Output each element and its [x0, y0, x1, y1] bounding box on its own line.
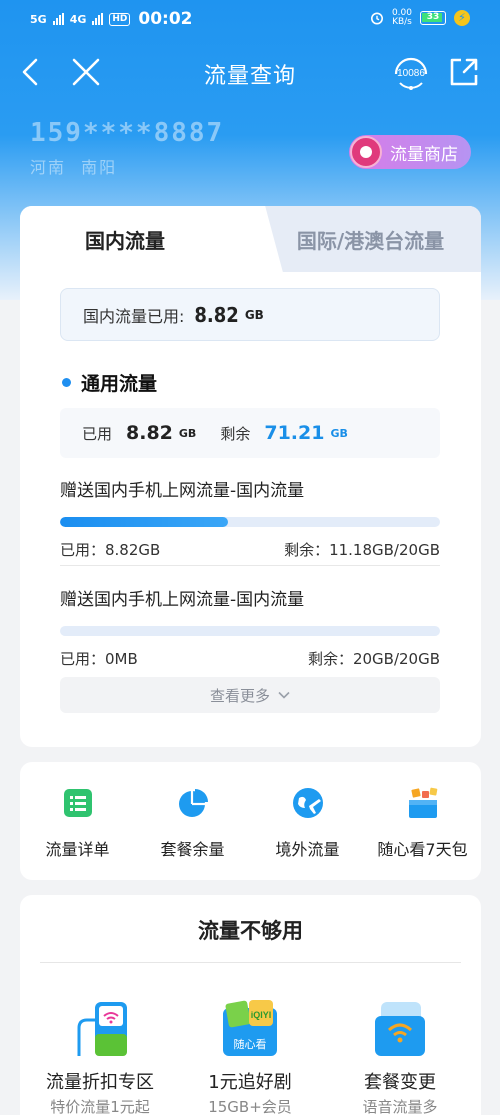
package-used: 已用：0MB	[60, 650, 138, 668]
quick-action-video-pack[interactable]: 随心看7天包	[365, 786, 480, 860]
quick-action-label: 套餐余量	[160, 840, 225, 859]
promo-subtitle: 15GB+会员	[208, 1098, 292, 1115]
network-speed: 0.00 KB/s	[392, 9, 412, 27]
account-region: 河南 南阳	[30, 158, 118, 177]
promo-drama-offer[interactable]: iQIYI 随心看 1元追好剧 15GB+会员	[175, 998, 325, 1115]
general-traffic-summary: 已用 8.82 GB 剩余 71.21 GB	[60, 408, 440, 458]
signal-icon	[52, 13, 64, 25]
nav-bar: 流量查询 10086	[0, 40, 500, 104]
package-used: 已用：8.82GB	[60, 541, 161, 559]
share-icon[interactable]	[446, 54, 482, 90]
general-used-unit: GB	[178, 426, 197, 440]
package-name: 赠送国内手机上网流量-国内流量	[60, 590, 305, 610]
network-4g-label: 4G	[69, 12, 87, 26]
general-traffic-heading: 通用流量	[62, 369, 157, 396]
promo-section-title: 流量不够用	[198, 919, 303, 943]
promo-title: 套餐变更	[364, 1072, 436, 1093]
quick-actions: 流量详单 套餐余量 境外流量 随心看7天包	[20, 762, 481, 880]
list-icon	[63, 789, 92, 817]
status-time: 00:02	[138, 9, 193, 29]
account-info: 159****8887 河南 南阳	[30, 118, 224, 178]
quick-action-label: 随心看7天包	[377, 840, 468, 859]
general-traffic-title: 通用流量	[81, 373, 158, 395]
domestic-used-unit: GB	[244, 307, 264, 322]
chevron-down-icon	[278, 691, 290, 699]
quick-action-label: 流量详单	[45, 840, 110, 859]
promo-title: 1元追好剧	[208, 1072, 292, 1093]
general-used-label: 已用	[82, 424, 113, 443]
quick-action-label: 境外流量	[275, 840, 340, 859]
view-more-label: 查看更多	[209, 686, 270, 705]
traffic-shop-label: 流量商店	[390, 144, 458, 165]
quick-action-overseas[interactable]: 境外流量	[250, 786, 365, 860]
package-name: 赠送国内手机上网流量-国内流量	[60, 481, 305, 501]
wifi-phone-icon	[77, 1002, 127, 1056]
quick-action-details[interactable]: 流量详单	[20, 786, 135, 860]
domestic-used-label: 国内流量已用:	[83, 306, 185, 326]
general-remaining-value: 71.21	[264, 422, 325, 444]
package-item: 赠送国内手机上网流量-国内流量 已用：8.82GB 剩余：11.18GB/20G…	[60, 476, 440, 560]
pie-chart-icon	[178, 789, 208, 817]
package-remaining: 剩余：11.18GB/20GB	[284, 541, 440, 559]
bullet-dot-icon	[62, 378, 71, 387]
wifi-card-icon	[375, 1002, 425, 1056]
general-remaining-unit: GB	[330, 426, 348, 440]
globe-plane-icon	[292, 788, 323, 818]
customer-service-icon[interactable]: 10086	[390, 52, 432, 92]
gift-box-icon	[408, 787, 437, 818]
package-divider	[60, 565, 440, 566]
tab-domestic[interactable]: 国内流量	[20, 206, 260, 272]
promo-section: 流量不够用 流量折扣专区 特价流量1元起 iQIYI 随心看 1元追好剧 15G…	[20, 895, 481, 1115]
general-remaining-label: 剩余	[220, 424, 251, 443]
traffic-card: 国际/港澳台流量 国内流量 国内流量已用: 8.82 GB 通用流量 已用 8.…	[20, 206, 481, 747]
promo-badge: 随心看	[234, 1037, 267, 1051]
progress-fill	[60, 517, 228, 527]
network-5g-label: 5G	[30, 12, 47, 26]
quick-action-balance[interactable]: 套餐余量	[135, 786, 250, 860]
promo-title: 流量折扣专区	[46, 1072, 154, 1093]
package-progress-bar	[60, 517, 440, 527]
promo-subtitle: 语音流量多	[362, 1098, 438, 1115]
charging-icon: ⚡	[454, 10, 470, 26]
tab-international-label: 国际/港澳台流量	[296, 228, 445, 253]
status-bar: 5G 4G HD 00:02 0.00 KB/s 33 ⚡	[0, 0, 500, 38]
general-used-value: 8.82	[126, 422, 173, 444]
speed-unit: KB/s	[392, 17, 412, 27]
domestic-used-summary: 国内流量已用: 8.82 GB	[60, 288, 440, 341]
service-number: 10086	[397, 68, 425, 79]
tab-domestic-label: 国内流量	[85, 228, 165, 253]
promo-plan-change[interactable]: 套餐变更 语音流量多	[325, 998, 475, 1115]
alarm-icon	[370, 12, 383, 25]
package-progress-bar	[60, 626, 440, 636]
package-remaining: 剩余：20GB/20GB	[307, 650, 440, 668]
promo-subtitle: 特价流量1元起	[50, 1098, 150, 1115]
hd-badge: HD	[109, 12, 131, 26]
promo-discount-zone[interactable]: 流量折扣专区 特价流量1元起	[25, 998, 175, 1115]
battery-icon: 33	[420, 11, 446, 25]
domestic-used-value: 8.82	[194, 302, 239, 327]
video-app-icon: iQIYI 随心看	[223, 1000, 277, 1056]
package-item: 赠送国内手机上网流量-国内流量 已用：0MB 剩余：20GB/20GB	[60, 585, 440, 669]
shop-bag-icon	[350, 136, 382, 168]
promo-divider	[40, 962, 461, 963]
traffic-shop-button[interactable]: 流量商店	[349, 135, 471, 169]
phone-number: 159****8887	[30, 118, 225, 148]
view-more-button[interactable]: 查看更多	[60, 677, 440, 713]
signal-icon-2	[92, 13, 104, 25]
svg-text:iQIYI: iQIYI	[251, 1010, 272, 1020]
battery-level: 33	[426, 12, 440, 22]
